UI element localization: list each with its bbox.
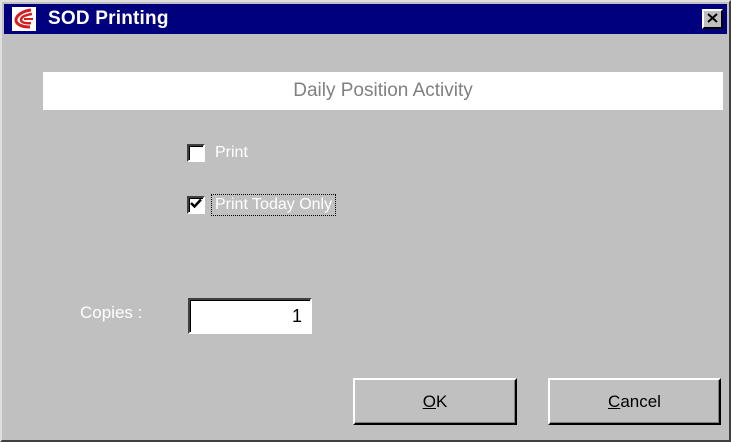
print-label[interactable]: Print — [213, 144, 250, 162]
print-today-only-label[interactable]: Print Today Only — [210, 194, 337, 216]
checkmark-icon — [190, 196, 202, 214]
report-title: Daily Position Activity — [293, 80, 473, 101]
title-bar[interactable]: SOD Printing — [4, 4, 727, 34]
print-today-only-checkbox[interactable] — [187, 196, 205, 214]
app-logo-icon — [12, 7, 36, 31]
window-title: SOD Printing — [48, 8, 169, 29]
print-option[interactable]: Print — [187, 144, 250, 162]
copies-input[interactable] — [188, 298, 312, 334]
cancel-button[interactable]: Cancel — [548, 378, 721, 425]
report-header: Daily Position Activity — [43, 72, 723, 110]
sod-printing-dialog: SOD Printing Daily Position Activity Pri… — [0, 0, 731, 442]
print-checkbox[interactable] — [187, 144, 205, 162]
print-today-only-option[interactable]: Print Today Only — [187, 194, 337, 216]
cancel-mnemonic: C — [608, 391, 621, 411]
ok-mnemonic: O — [422, 391, 436, 411]
cancel-label: ancel — [620, 391, 661, 411]
close-button[interactable] — [702, 9, 723, 29]
close-icon — [707, 10, 718, 28]
ok-label: K — [435, 391, 448, 411]
ok-button[interactable]: OK — [353, 378, 517, 425]
copies-label: Copies : — [80, 303, 143, 322]
